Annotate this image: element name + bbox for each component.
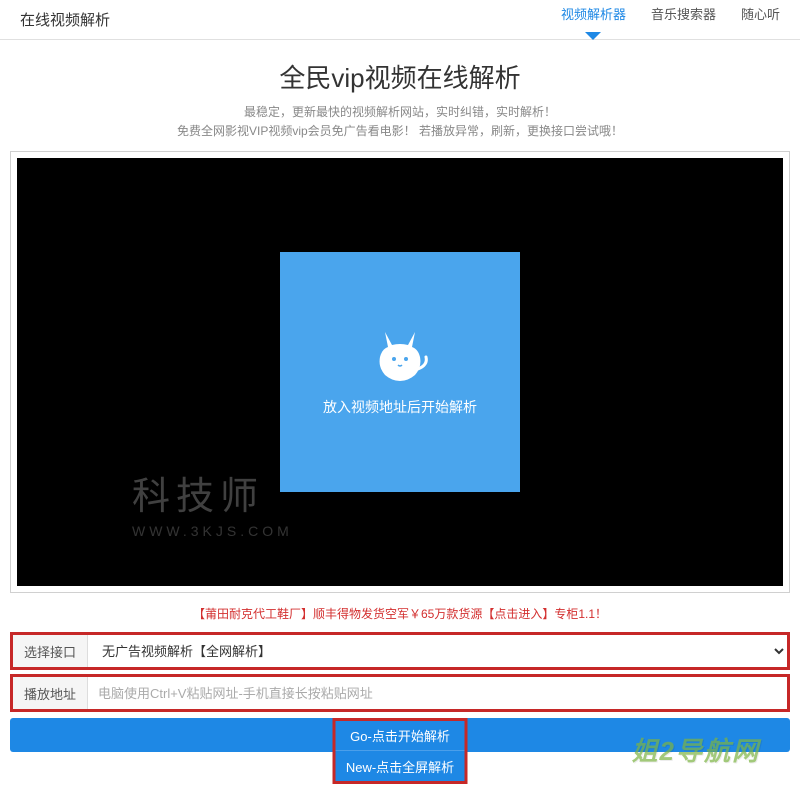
subtitle-line1: 最稳定，更新最快的视频解析网站，实时纠错，实时解析！ (0, 103, 800, 122)
tab-music-search[interactable]: 音乐搜索器 (651, 4, 716, 35)
video-container: 放入视频地址后开始解析 科技师 WWW.3KJS.COM (10, 151, 790, 593)
player-placeholder-text: 放入视频地址后开始解析 (323, 397, 477, 417)
subtitle: 最稳定，更新最快的视频解析网站，实时纠错，实时解析！ 免费全网影视VIP视频vi… (0, 103, 800, 151)
interface-label: 选择接口 (13, 635, 88, 667)
tab-video-parser[interactable]: 视频解析器 (561, 4, 626, 35)
app-title: 在线视频解析 (20, 9, 110, 30)
watermark: 科技师 WWW.3KJS.COM (132, 478, 293, 538)
go-button[interactable]: Go-点击开始解析 (336, 721, 465, 751)
interface-select[interactable]: 无广告视频解析【全网解析】 (88, 635, 787, 667)
new-button[interactable]: New-点击全屏解析 (336, 751, 465, 781)
page-title: 全民vip视频在线解析 (0, 40, 800, 103)
interface-row: 选择接口 无广告视频解析【全网解析】 (10, 632, 790, 670)
nav-tabs: 视频解析器 音乐搜索器 随心听 (561, 4, 780, 35)
video-player[interactable]: 放入视频地址后开始解析 科技师 WWW.3KJS.COM (17, 158, 783, 586)
player-placeholder: 放入视频地址后开始解析 (280, 252, 520, 492)
ad-banner[interactable]: 【莆田耐克代工鞋厂】顺丰得物发货空军￥65万款货源【点击进入】专柜1.1！ (0, 593, 800, 628)
subtitle-line2: 免费全网影视VIP视频vip会员免广告看电影！ 若播放异常，刷新，更换接口尝试哦… (0, 122, 800, 141)
address-input[interactable] (88, 677, 787, 709)
highlighted-buttons: Go-点击开始解析 New-点击全屏解析 (333, 718, 468, 784)
cat-icon (370, 327, 430, 382)
bottom-watermark: 姐2导航网 (632, 731, 760, 768)
tab-random-listen[interactable]: 随心听 (741, 4, 780, 35)
address-row: 播放地址 (10, 674, 790, 712)
address-label: 播放地址 (13, 677, 88, 709)
